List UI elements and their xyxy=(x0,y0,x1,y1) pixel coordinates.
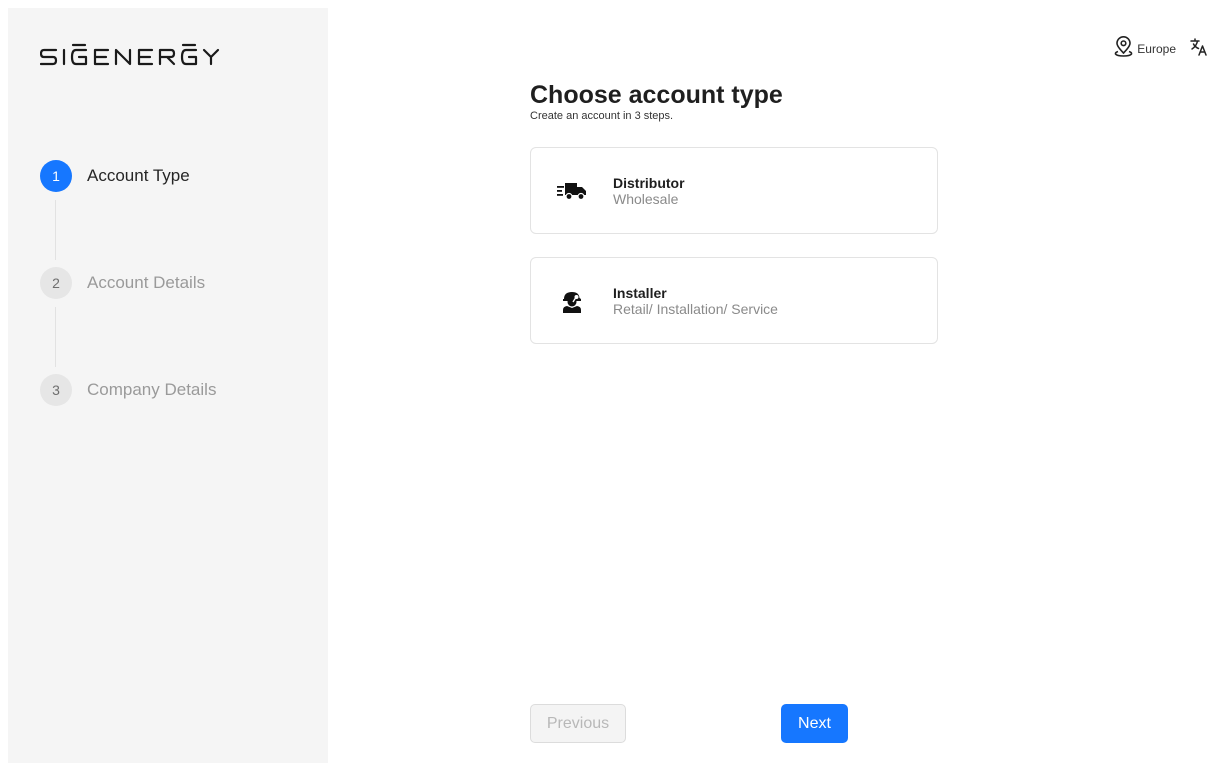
card-subtitle: Wholesale xyxy=(613,190,679,207)
step-list: 1 Account Type 2 Account Details 3 Compa… xyxy=(40,160,216,406)
card-text: Distributor Wholesale xyxy=(613,175,685,207)
step-number-badge: 1 xyxy=(40,160,72,192)
sidebar: 1 Account Type 2 Account Details 3 Compa… xyxy=(8,8,328,763)
next-button[interactable]: Next xyxy=(781,704,848,743)
language-switcher[interactable] xyxy=(1190,37,1208,61)
translate-icon xyxy=(1190,37,1208,61)
top-bar: Europe xyxy=(1114,36,1208,62)
main-content: Choose account type Create an account in… xyxy=(530,80,938,344)
region-selector[interactable]: Europe xyxy=(1114,36,1176,62)
card-title: Installer xyxy=(613,284,667,301)
page-title: Choose account type xyxy=(530,81,783,109)
previous-button[interactable]: Previous xyxy=(530,704,626,743)
card-title: Distributor xyxy=(613,174,685,191)
brand-logo xyxy=(39,42,220,66)
step-number-badge: 3 xyxy=(40,374,72,406)
step-number-badge: 2 xyxy=(40,267,72,299)
account-type-distributor-card[interactable]: Distributor Wholesale xyxy=(530,147,938,234)
account-type-installer-card[interactable]: Installer Retail/ Installation/ Service xyxy=(530,257,938,344)
location-pin-icon xyxy=(1114,36,1133,62)
card-subtitle: Retail/ Installation/ Service xyxy=(613,300,778,317)
step-account-details: 2 Account Details xyxy=(40,267,216,367)
page-subtitle: Create an account in 3 steps. xyxy=(530,110,674,122)
step-label: Account Details xyxy=(87,273,206,292)
installer-worker-icon xyxy=(557,286,587,316)
step-label: Company Details xyxy=(87,380,217,399)
step-label: Account Type xyxy=(87,166,190,185)
step-connector xyxy=(55,307,56,367)
delivery-truck-icon xyxy=(557,176,587,206)
step-company-details: 3 Company Details xyxy=(40,374,216,406)
card-text: Installer Retail/ Installation/ Service xyxy=(613,285,778,317)
signup-page: 1 Account Type 2 Account Details 3 Compa… xyxy=(0,0,1212,763)
step-account-type: 1 Account Type xyxy=(40,160,216,260)
region-label: Europe xyxy=(1137,42,1176,56)
step-connector xyxy=(55,200,56,260)
